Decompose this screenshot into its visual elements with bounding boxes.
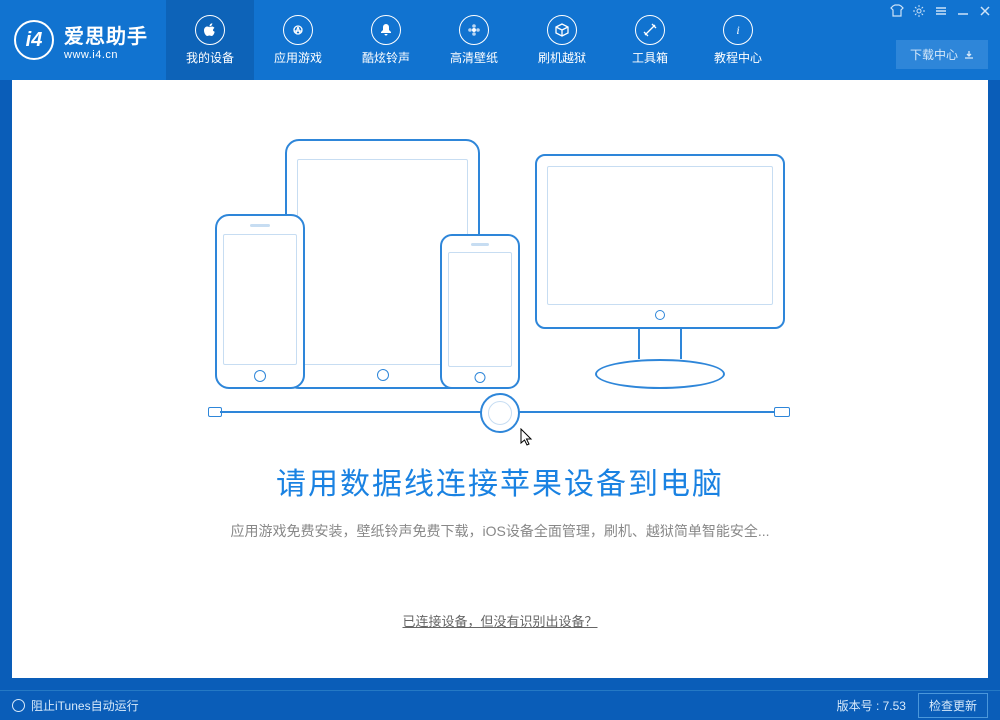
nav-flash[interactable]: 刷机越狱 xyxy=(518,0,606,80)
cable-plug-left xyxy=(208,407,222,417)
info-icon: i xyxy=(723,15,753,45)
main-title: 请用数据线连接苹果设备到电脑 xyxy=(276,459,724,503)
close-icon[interactable] xyxy=(978,4,992,18)
app-subtitle: www.i4.cn xyxy=(64,49,148,61)
svg-text:i: i xyxy=(736,23,739,37)
cable-connector xyxy=(480,393,520,433)
download-center-button[interactable]: 下载中心 xyxy=(896,40,988,69)
sub-title: 应用游戏免费安装，壁纸铃声免费下载，iOS设备全面管理，刷机、越狱简单智能安全.… xyxy=(230,521,769,541)
nav-tutorials[interactable]: i 教程中心 xyxy=(694,0,782,80)
nav-toolbox[interactable]: 工具箱 xyxy=(606,0,694,80)
appstore-icon xyxy=(283,15,313,45)
nav-apps[interactable]: 应用游戏 xyxy=(254,0,342,80)
iphone-small-outline xyxy=(440,234,520,389)
check-update-button[interactable]: 检查更新 xyxy=(918,693,988,718)
flower-icon xyxy=(459,15,489,45)
app-title: 爱思助手 xyxy=(64,20,148,49)
skin-icon[interactable] xyxy=(890,4,904,18)
menu-icon[interactable] xyxy=(934,4,948,18)
download-icon xyxy=(964,50,974,60)
nav-ringtones[interactable]: 酷炫铃声 xyxy=(342,0,430,80)
logo-icon: i4 xyxy=(14,20,54,60)
logo[interactable]: i4 爱思助手 www.i4.cn xyxy=(0,0,166,80)
monitor-outline xyxy=(535,154,785,329)
cursor-icon xyxy=(520,428,536,448)
content-area: 请用数据线连接苹果设备到电脑 应用游戏免费安装，壁纸铃声免费下载，iOS设备全面… xyxy=(12,80,988,678)
nav: 我的设备 应用游戏 酷炫铃声 高清壁纸 刷机越狱 xyxy=(166,0,782,80)
nav-my-device[interactable]: 我的设备 xyxy=(166,0,254,80)
toggle-circle-icon xyxy=(12,699,25,712)
connect-illustration xyxy=(180,129,820,419)
nav-wallpapers[interactable]: 高清壁纸 xyxy=(430,0,518,80)
version-label: 版本号 : 7.53 xyxy=(837,697,906,714)
footer: 阻止iTunes自动运行 版本号 : 7.53 检查更新 xyxy=(0,690,1000,720)
iphone-large-outline xyxy=(215,214,305,389)
block-itunes-toggle[interactable]: 阻止iTunes自动运行 xyxy=(12,697,139,714)
header: i4 爱思助手 www.i4.cn 我的设备 应用游戏 酷炫铃声 xyxy=(0,0,1000,80)
box-icon xyxy=(547,15,577,45)
apple-icon xyxy=(195,15,225,45)
bell-icon xyxy=(371,15,401,45)
minimize-icon[interactable] xyxy=(956,4,970,18)
tools-icon xyxy=(635,15,665,45)
cable-plug-right xyxy=(774,407,790,417)
help-link[interactable]: 已连接设备，但没有识别出设备？ xyxy=(402,611,597,630)
titlebar xyxy=(882,0,1000,22)
settings-icon[interactable] xyxy=(912,4,926,18)
